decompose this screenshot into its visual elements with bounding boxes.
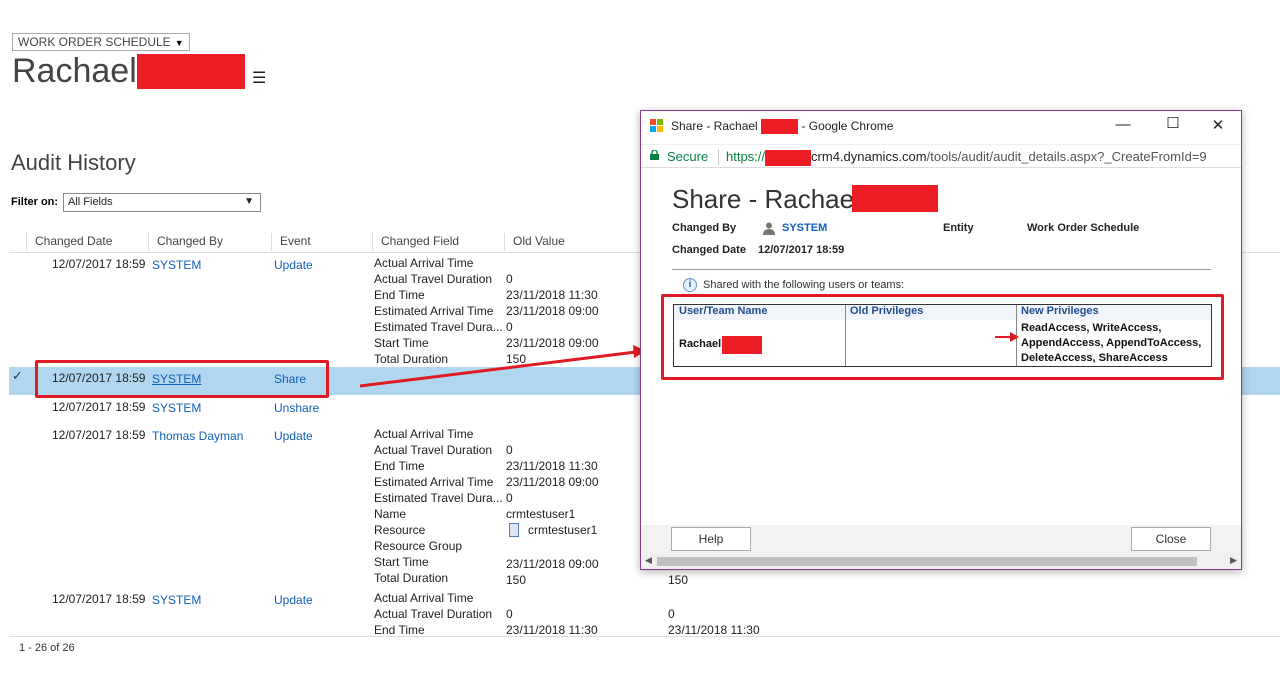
entity-value: Work Order Schedule xyxy=(1027,222,1140,234)
close-button[interactable]: Close xyxy=(1131,527,1211,551)
info-icon: i xyxy=(683,278,697,292)
changed-date-value: 12/07/2017 18:59 xyxy=(758,244,845,256)
url-scheme: https:// xyxy=(726,149,766,164)
url-host: crm4.dynamics.com xyxy=(811,149,927,164)
changed-by-label: Changed By xyxy=(672,222,737,234)
lock-icon xyxy=(650,150,659,160)
window-titlebar[interactable]: Share - Rachael - Google Chrome — ☐ ✕ xyxy=(641,111,1241,141)
scroll-left-icon[interactable]: ◀ xyxy=(645,555,652,566)
minimize-icon[interactable]: — xyxy=(1113,116,1133,133)
address-bar[interactable]: Secure https:// crm4.dynamics.com/tools/a… xyxy=(641,144,1241,168)
close-window-icon[interactable]: ✕ xyxy=(1208,116,1228,134)
redaction-box xyxy=(761,119,799,135)
url-path: /tools/audit/audit_details.aspx?_CreateF… xyxy=(926,149,1207,164)
maximize-icon[interactable]: ☐ xyxy=(1163,114,1183,132)
annotation-small-arrow xyxy=(995,332,1019,342)
microsoft-logo-icon xyxy=(650,119,664,133)
window-title-prefix: Share - Rachael xyxy=(671,119,758,133)
divider xyxy=(672,269,1211,270)
annotation-highlight-box xyxy=(661,294,1224,380)
horizontal-scrollbar[interactable]: ◀ ▶ xyxy=(641,554,1241,569)
redaction-box xyxy=(765,149,812,166)
scroll-right-icon[interactable]: ▶ xyxy=(1230,555,1237,566)
shared-info-text: Shared with the following users or teams… xyxy=(703,279,905,291)
share-heading: Share - Rachael xyxy=(672,184,860,214)
redaction-box xyxy=(852,185,938,212)
secure-label: Secure xyxy=(667,149,709,164)
share-popup-window[interactable]: Share - Rachael - Google Chrome — ☐ ✕ Se… xyxy=(640,110,1242,570)
address-divider xyxy=(718,149,719,165)
url-text[interactable]: https:// crm4.dynamics.com/tools/audit/au… xyxy=(726,149,1207,166)
user-icon xyxy=(763,222,775,235)
help-button[interactable]: Help xyxy=(671,527,751,551)
window-title: Share - Rachael - Google Chrome xyxy=(671,119,894,135)
changed-by-link[interactable]: SYSTEM xyxy=(782,222,827,234)
window-title-suffix: - Google Chrome xyxy=(801,119,894,133)
changed-date-label: Changed Date xyxy=(672,244,746,256)
entity-label: Entity xyxy=(943,222,974,234)
scrollbar-thumb[interactable] xyxy=(657,557,1197,566)
